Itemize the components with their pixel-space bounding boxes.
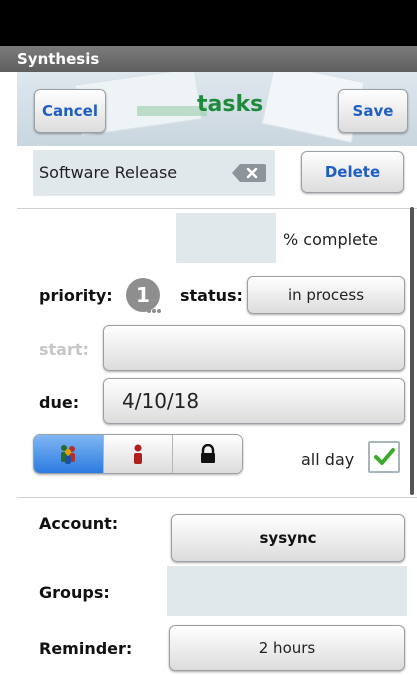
status-bar — [0, 0, 417, 46]
reminder-button[interactable]: 2 hours — [169, 625, 405, 671]
app-title-bar: Synthesis — [0, 46, 417, 72]
cancel-button[interactable]: Cancel — [34, 89, 106, 133]
start-label: start: — [39, 340, 89, 359]
status-label: status: — [180, 286, 243, 305]
checkmark-icon — [374, 448, 395, 465]
group-icon — [61, 445, 76, 464]
divider — [17, 497, 417, 498]
reminder-label: Reminder: — [39, 639, 133, 658]
task-name-text[interactable]: Software Release — [39, 163, 177, 182]
save-button[interactable]: Save — [338, 89, 408, 133]
delete-button[interactable]: Delete — [301, 151, 404, 193]
status-button[interactable]: in process — [247, 276, 405, 314]
priority-label: priority: — [39, 286, 113, 305]
scrollbar[interactable] — [410, 207, 414, 495]
priority-icon[interactable]: 1 — [124, 276, 164, 316]
page-title: tasks — [197, 92, 264, 117]
segment-private[interactable] — [103, 435, 174, 473]
priority-value: 1 — [136, 283, 150, 307]
divider — [17, 208, 417, 209]
groups-label: Groups: — [39, 583, 110, 602]
account-button[interactable]: sysync — [171, 514, 405, 562]
header-bar: Cancel tasks Save — [17, 72, 417, 146]
segment-group[interactable] — [34, 435, 104, 473]
all-day-label: all day — [301, 450, 355, 469]
privacy-segmented-control[interactable] — [33, 434, 243, 474]
app-title: Synthesis — [17, 50, 100, 68]
percent-complete-label: % complete — [283, 230, 379, 249]
groups-field[interactable] — [167, 566, 407, 616]
percent-complete-input[interactable] — [176, 213, 276, 263]
all-day-checkbox[interactable] — [368, 441, 400, 473]
due-label: due: — [39, 393, 80, 412]
clear-text-icon[interactable] — [232, 164, 266, 182]
lock-icon — [200, 444, 215, 463]
account-label: Account: — [39, 514, 119, 533]
left-margin — [0, 72, 17, 675]
due-date-button[interactable]: 4/10/18 — [103, 378, 405, 424]
start-date-button[interactable] — [103, 325, 405, 371]
person-icon — [134, 444, 142, 464]
segment-locked[interactable] — [173, 435, 242, 473]
